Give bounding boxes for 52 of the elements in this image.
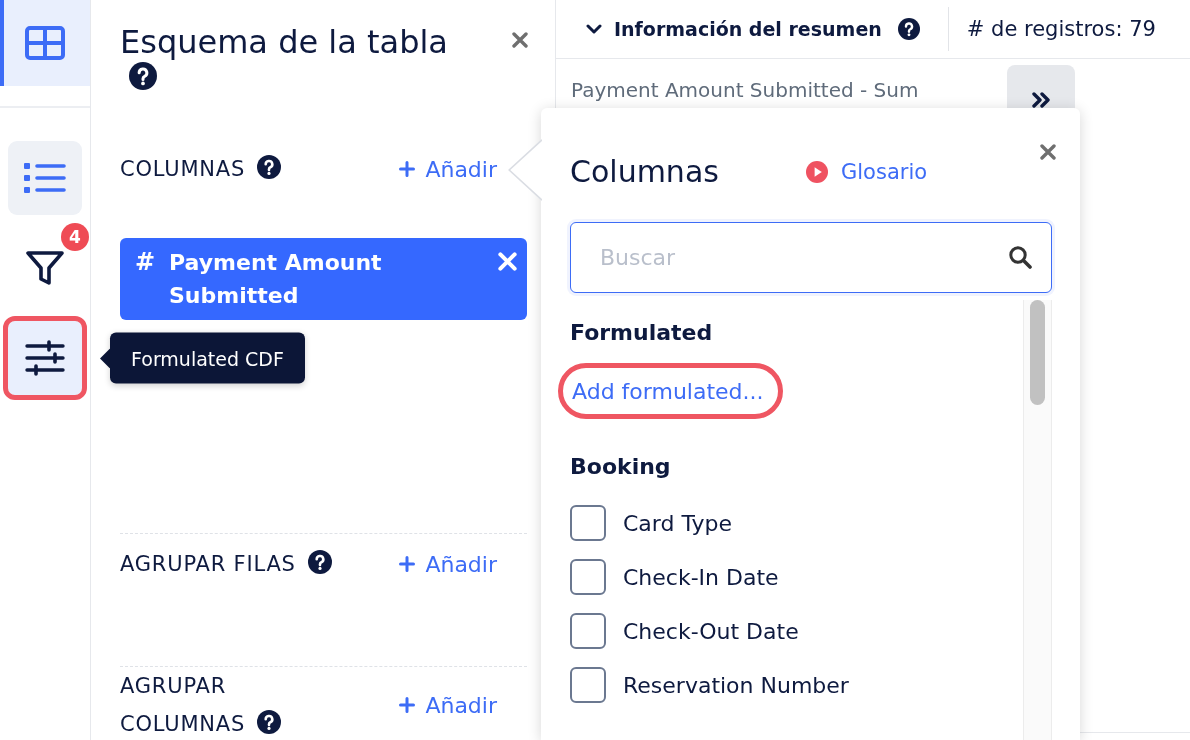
tooltip-pointer	[100, 348, 110, 368]
section-label: AGRUPAR FILAS	[120, 552, 296, 576]
help-icon	[307, 550, 332, 574]
list-icon	[24, 162, 66, 194]
summary-toggle[interactable]: Información del resumen	[586, 18, 882, 40]
type-symbol: #	[135, 247, 157, 278]
record-count: # de registros: 79	[966, 17, 1156, 41]
help-icon	[257, 155, 282, 179]
search-icon	[1008, 245, 1032, 269]
close-button[interactable]	[1040, 144, 1056, 160]
add-link[interactable]: Añadir	[399, 692, 497, 718]
row-label: Payment Amount Submitted - Sum	[571, 78, 919, 102]
close-icon	[498, 252, 517, 271]
play-icon	[806, 161, 828, 183]
checkbox-label[interactable]: Reservation Number	[623, 672, 849, 698]
checkbox[interactable]	[570, 613, 606, 649]
section-label: COLUMNAS	[120, 157, 246, 181]
checkbox-label[interactable]: Card Type	[623, 510, 732, 536]
sliders-icon	[25, 340, 65, 376]
help-icon	[257, 710, 282, 734]
grid-icon	[25, 26, 65, 60]
search-field[interactable]: Buscar	[570, 222, 1052, 293]
double-chevron-icon	[1031, 92, 1051, 108]
add-link[interactable]: Añadir	[399, 156, 497, 182]
glossary-link[interactable]: Glosario	[806, 160, 928, 184]
checkbox[interactable]	[570, 559, 606, 595]
filter-icon	[25, 248, 65, 288]
close-icon	[1040, 144, 1056, 160]
add-formulated-link[interactable]: Add formulated...	[558, 363, 783, 419]
popover-title: Columnas	[570, 153, 720, 191]
panel-title: Esquema de la tabla	[120, 22, 448, 62]
help-icon	[897, 18, 920, 40]
group-heading: Formulated	[570, 319, 714, 347]
close-button[interactable]	[512, 32, 528, 48]
scrollbar-thumb[interactable]	[1030, 300, 1045, 405]
tooltip: Formulated CDF	[110, 332, 305, 384]
plus-icon	[399, 556, 416, 572]
add-link[interactable]: Añadir	[399, 551, 497, 577]
sidebar-item[interactable]	[3, 316, 87, 400]
checkbox[interactable]	[570, 667, 606, 703]
remove-button[interactable]	[498, 252, 517, 271]
section-label: AGRUPAR COLUMNAS	[120, 674, 246, 736]
checkbox-label[interactable]: Check-Out Date	[623, 618, 799, 644]
checkbox[interactable]	[570, 505, 606, 541]
checkbox-label[interactable]: Check-In Date	[623, 564, 779, 590]
close-icon	[512, 32, 528, 48]
plus-icon	[399, 697, 416, 713]
count-badge: 4	[61, 223, 89, 251]
plus-icon	[399, 161, 416, 177]
help-icon	[129, 62, 157, 90]
group-heading: Booking	[570, 453, 672, 481]
chip-label: Payment Amount Submitted	[169, 249, 383, 310]
